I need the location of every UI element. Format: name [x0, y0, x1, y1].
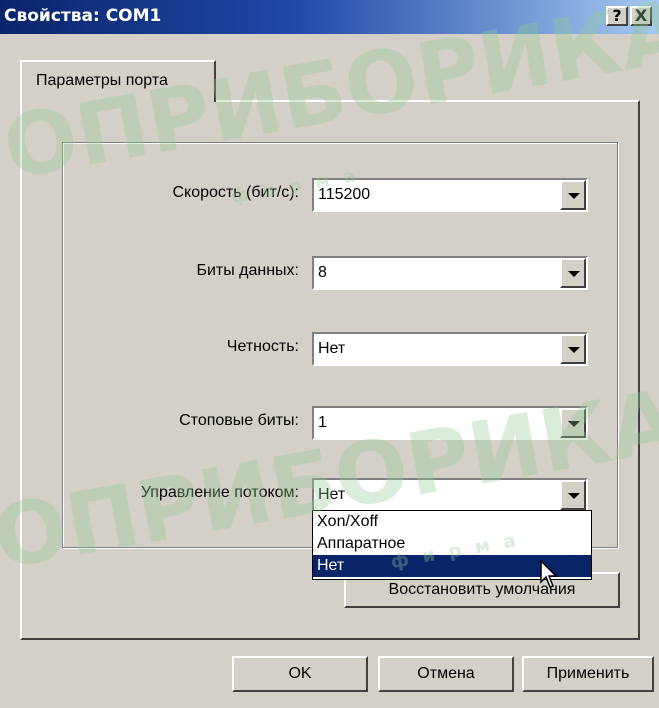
flow-control-label: Управление потоком:: [140, 484, 299, 501]
parity-value: Нет: [318, 340, 346, 357]
stop-bits-select[interactable]: 1: [312, 406, 588, 440]
help-button[interactable]: ?: [606, 6, 628, 26]
baud-rate-value: 115200: [318, 186, 371, 203]
window-title: Свойства: COM1: [4, 6, 162, 26]
data-bits-select[interactable]: 8: [312, 256, 588, 290]
ok-button[interactable]: OK: [232, 656, 368, 692]
stop-bits-label: Стоповые биты:: [179, 412, 299, 429]
title-bar[interactable]: Свойства: COM1 ? X: [0, 0, 659, 34]
flow-control-select[interactable]: Нет: [312, 478, 588, 512]
baud-rate-dropdown-button[interactable]: [560, 180, 586, 210]
stop-bits-dropdown-button[interactable]: [560, 408, 586, 438]
chevron-down-icon: [568, 271, 580, 277]
parity-select[interactable]: Нет: [312, 332, 588, 366]
data-bits-label: Биты данных:: [196, 262, 299, 279]
stop-bits-value: 1: [318, 414, 327, 431]
chevron-down-icon: [568, 347, 580, 353]
mouse-pointer-icon: [540, 560, 558, 588]
flow-control-dropdown-button[interactable]: [560, 480, 586, 510]
close-button[interactable]: X: [630, 6, 652, 26]
tab-port-settings[interactable]: Параметры порта: [20, 60, 216, 102]
option-hardware[interactable]: Аппаратное: [313, 533, 591, 555]
properties-dialog: Свойства: COM1 ? X Параметры порта Скоро…: [0, 0, 659, 708]
data-bits-dropdown-button[interactable]: [560, 258, 586, 288]
baud-rate-select[interactable]: 115200: [312, 178, 588, 212]
parity-dropdown-button[interactable]: [560, 334, 586, 364]
data-bits-value: 8: [318, 264, 327, 281]
chevron-down-icon: [568, 421, 580, 427]
option-xon-xoff[interactable]: Xon/Xoff: [313, 511, 591, 533]
apply-button[interactable]: Применить: [522, 656, 654, 692]
baud-rate-label: Скорость (бит/с):: [172, 184, 299, 201]
cancel-button[interactable]: Отмена: [378, 656, 514, 692]
parity-label: Четность:: [226, 338, 299, 355]
tab-label: Параметры порта: [36, 72, 168, 89]
chevron-down-icon: [568, 493, 580, 499]
flow-control-value: Нет: [318, 486, 346, 503]
chevron-down-icon: [568, 193, 580, 199]
